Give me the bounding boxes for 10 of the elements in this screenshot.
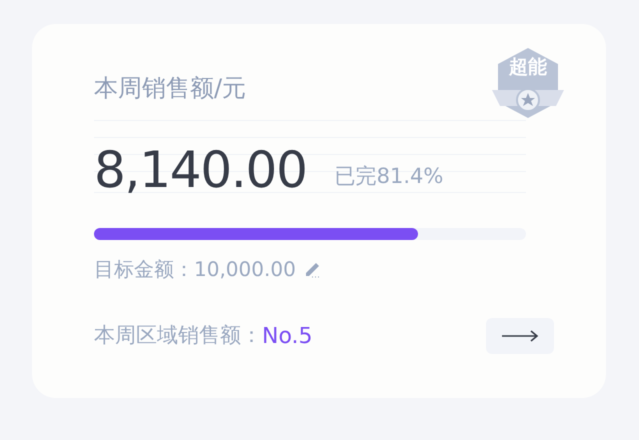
badge-label: 超能 — [508, 58, 548, 77]
next-button[interactable] — [486, 318, 554, 354]
card-title: 本周销售额/元 — [94, 73, 246, 104]
target-label: 目标金额： — [94, 256, 194, 283]
rank-label: 本周区域销售额： — [94, 322, 262, 350]
rank-value: No.5 — [262, 322, 313, 350]
sales-amount: 8,140.00 — [94, 140, 307, 200]
target-value: 10,000.00 — [194, 256, 296, 283]
completion-rate: 已完81.4% — [334, 162, 444, 190]
arrow-right-icon — [501, 330, 539, 342]
